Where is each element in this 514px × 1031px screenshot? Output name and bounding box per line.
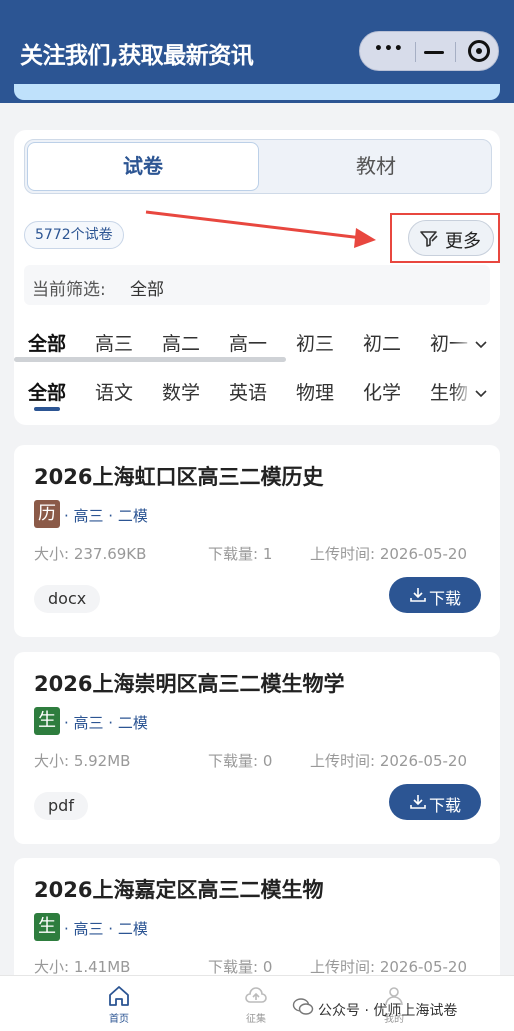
paper-card[interactable]: 2026上海虹口区高三二模历史 历 · 高三 · 二模 大小: 237.69KB… xyxy=(14,445,500,637)
filter-panel: 试卷 教材 5772个试卷 更多 当前筛选: 全部 全部 高三 高二 高一 初三… xyxy=(14,130,500,425)
file-size: 大小: 1.41MB xyxy=(34,958,131,976)
page-title: 关注我们,获取最新资讯 xyxy=(20,43,254,69)
nav-home[interactable]: 首页 xyxy=(89,984,149,1025)
download-button[interactable]: 下载 xyxy=(389,784,481,820)
tabs-scrollbar[interactable] xyxy=(14,357,286,362)
subject-badge: 历 xyxy=(34,500,60,528)
subject-tab[interactable]: 物理 xyxy=(296,378,334,405)
download-count: 下载量: 0 xyxy=(208,752,273,770)
subject-badge: 生 xyxy=(34,707,60,735)
upload-time: 上传时间: 2026-05-20 xyxy=(310,958,467,976)
chevron-down-icon[interactable] xyxy=(474,387,488,401)
filter-icon xyxy=(420,231,438,247)
current-filter-value: 全部 xyxy=(130,280,164,300)
file-size: 大小: 5.92MB xyxy=(34,752,131,770)
minimize-icon[interactable] xyxy=(424,51,444,54)
paper-count-badge: 5772个试卷 xyxy=(24,221,124,249)
upload-time: 上传时间: 2026-05-20 xyxy=(310,752,467,770)
nav-collect[interactable]: 征集 xyxy=(226,984,286,1025)
paper-card[interactable]: 2026上海嘉定区高三二模生物 生 · 高三 · 二模 大小: 1.41MB 下… xyxy=(14,858,500,988)
paper-title[interactable]: 2026上海崇明区高三二模生物学 xyxy=(34,668,344,698)
segment-textbooks[interactable]: 教材 xyxy=(261,142,491,191)
download-count: 下载量: 1 xyxy=(208,545,273,563)
grade-tab[interactable]: 高二 xyxy=(162,329,200,356)
segment-papers[interactable]: 试卷 xyxy=(27,142,259,191)
download-icon xyxy=(410,588,426,602)
current-filter-label: 当前筛选: xyxy=(32,280,106,300)
segment-control: 试卷 教材 xyxy=(24,139,492,194)
banner-strip xyxy=(14,84,500,100)
download-label: 下载 xyxy=(429,589,462,608)
upload-time: 上传时间: 2026-05-20 xyxy=(310,545,467,563)
download-icon xyxy=(410,795,426,809)
grade-tab-all[interactable]: 全部 xyxy=(28,329,66,356)
subject-tab[interactable]: 英语 xyxy=(229,378,267,405)
grade-tab[interactable]: 初二 xyxy=(363,329,401,356)
home-icon xyxy=(109,986,129,1006)
paper-tags: · 高三 · 二模 xyxy=(64,920,148,938)
format-chip: docx xyxy=(34,585,101,613)
subject-tabs: 全部 语文 数学 英语 物理 化学 生物 xyxy=(14,373,500,415)
cloud-upload-icon xyxy=(245,987,267,1003)
current-filter-row: 当前筛选: 全部 xyxy=(24,265,490,305)
subject-badge: 生 xyxy=(34,913,60,941)
nav-home-label: 首页 xyxy=(109,1014,129,1025)
subject-tab[interactable]: 化学 xyxy=(363,378,401,405)
close-target-icon[interactable] xyxy=(468,40,490,62)
nav-collect-label: 征集 xyxy=(246,1014,266,1025)
paper-title[interactable]: 2026上海虹口区高三二模历史 xyxy=(34,461,323,491)
subject-tab-all[interactable]: 全部 xyxy=(28,378,66,405)
file-size: 大小: 237.69KB xyxy=(34,545,147,563)
capsule-divider xyxy=(455,42,456,62)
capsule-divider xyxy=(415,42,416,62)
grade-tab[interactable]: 初三 xyxy=(296,329,334,356)
grade-tab[interactable]: 高三 xyxy=(95,329,133,356)
download-count: 下载量: 0 xyxy=(208,958,273,976)
paper-tags: · 高三 · 二模 xyxy=(64,507,148,525)
more-highlight-box: 更多 xyxy=(390,213,500,263)
subject-tab[interactable]: 数学 xyxy=(162,378,200,405)
format-chip: pdf xyxy=(34,792,88,820)
more-options-icon[interactable]: ••• xyxy=(374,41,404,57)
more-label: 更多 xyxy=(445,231,481,252)
wechat-icon xyxy=(292,998,314,1015)
subject-tab[interactable]: 语文 xyxy=(95,378,133,405)
grade-tab[interactable]: 高一 xyxy=(229,329,267,356)
download-button[interactable]: 下载 xyxy=(389,577,481,613)
watermark-text: 公众号 · 优师上海试卷 xyxy=(318,1003,458,1019)
annotation-arrow-icon xyxy=(145,210,376,248)
download-label: 下载 xyxy=(429,796,462,815)
active-tab-indicator xyxy=(34,407,60,411)
paper-card[interactable]: 2026上海崇明区高三二模生物学 生 · 高三 · 二模 大小: 5.92MB … xyxy=(14,652,500,844)
chevron-down-icon[interactable] xyxy=(474,338,488,352)
more-filter-button[interactable]: 更多 xyxy=(408,220,494,256)
paper-tags: · 高三 · 二模 xyxy=(64,714,148,732)
paper-title[interactable]: 2026上海嘉定区高三二模生物 xyxy=(34,874,323,904)
mini-program-capsule: ••• xyxy=(359,31,499,71)
